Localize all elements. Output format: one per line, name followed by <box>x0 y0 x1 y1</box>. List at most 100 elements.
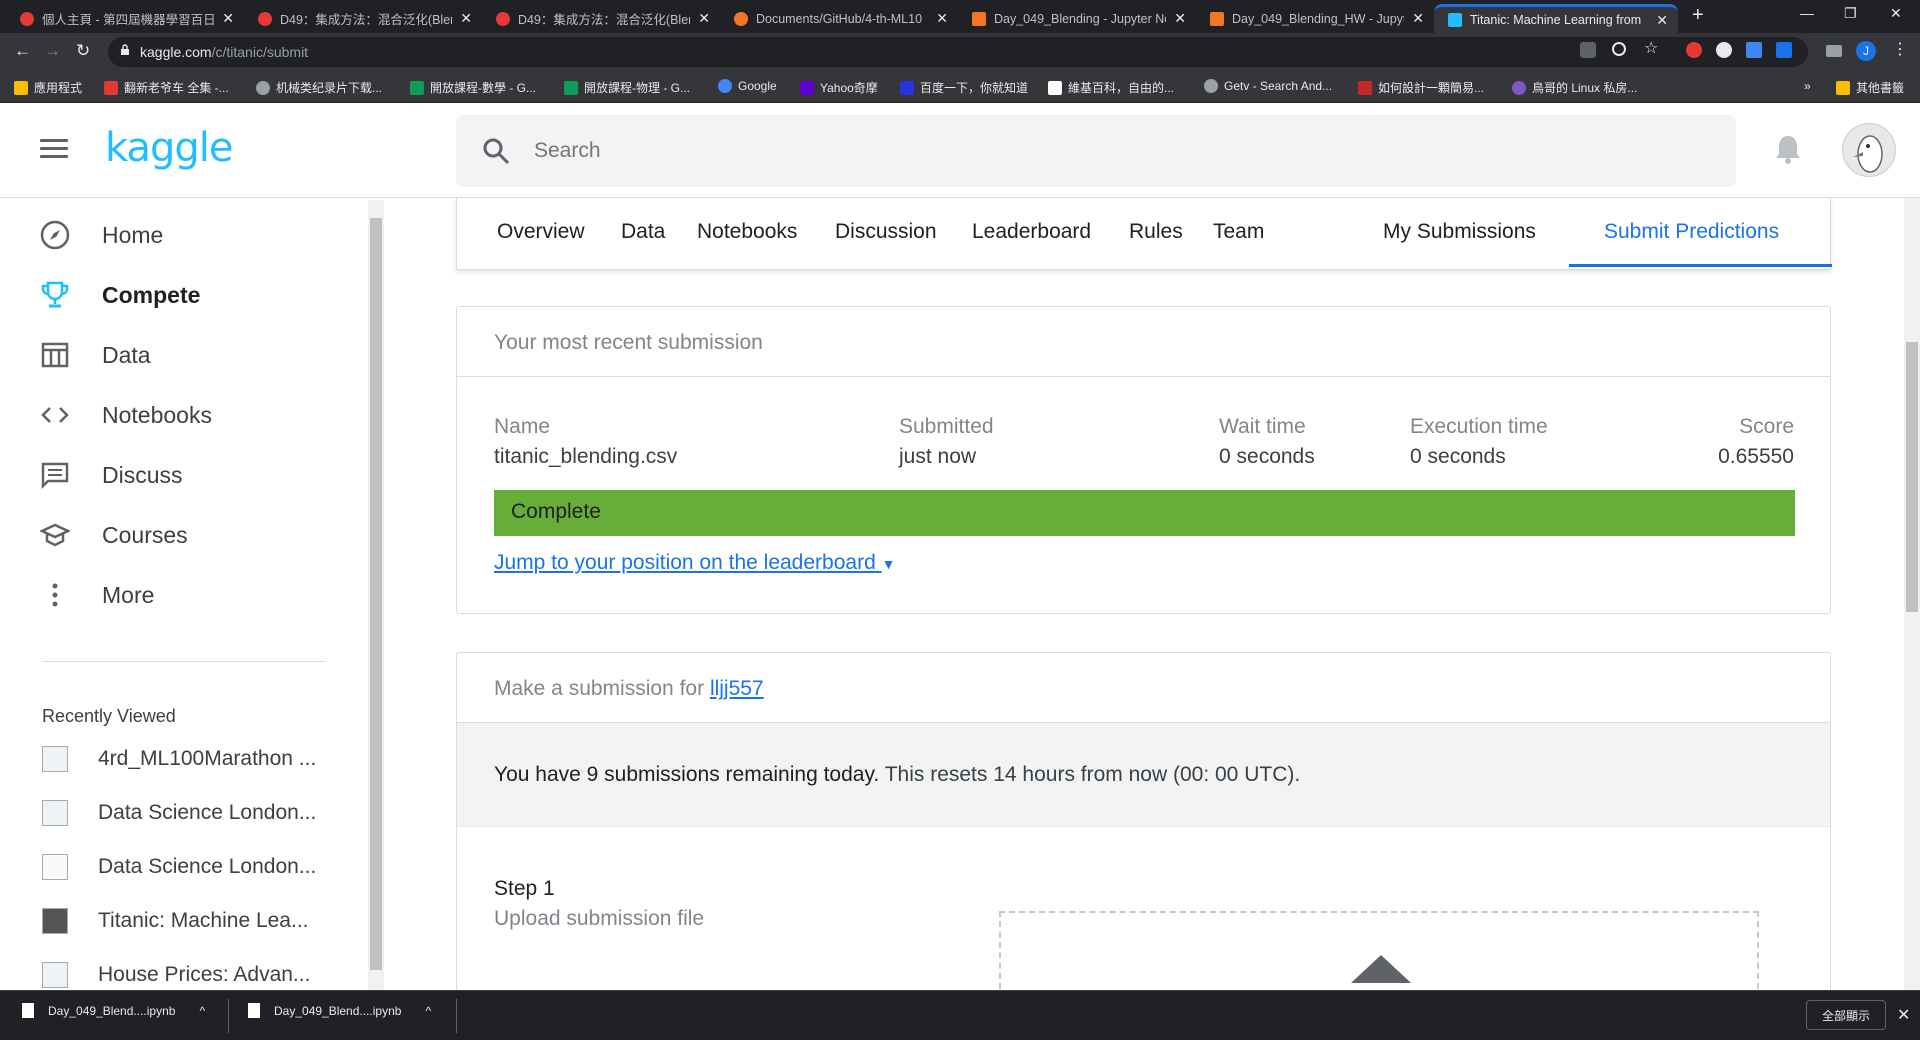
scrollbar-thumb[interactable] <box>1906 342 1918 612</box>
column-label: Wait time <box>1219 415 1306 438</box>
bookmark-item[interactable]: 開放課程-物理 - G... <box>564 79 690 96</box>
user-avatar[interactable] <box>1842 123 1896 177</box>
bookmark-item[interactable]: 鳥哥的 Linux 私房... <box>1512 79 1637 96</box>
other-bookmarks[interactable]: 其他書籤 <box>1836 79 1904 96</box>
bookmark-item[interactable]: 百度一下，你就知道 <box>900 79 1028 96</box>
browser-tab[interactable]: 個人主頁 - 第四屆機器學習百日馬 ✕ <box>6 4 244 33</box>
jump-to-leaderboard-link[interactable]: Jump to your position on the leaderboard… <box>494 551 895 575</box>
file-icon <box>248 1003 260 1018</box>
profile-avatar-icon[interactable]: J <box>1856 41 1876 61</box>
sidebar-scrollbar[interactable] <box>368 200 384 990</box>
thumbnail-image-icon <box>42 908 68 934</box>
close-tab-icon[interactable]: ✕ <box>222 10 234 27</box>
minimize-icon[interactable]: — <box>1800 5 1814 21</box>
close-tab-icon[interactable]: ✕ <box>460 10 472 27</box>
close-tab-icon[interactable]: ✕ <box>698 10 710 27</box>
browser-tab[interactable]: Day_049_Blending - Jupyter Nc ✕ <box>958 4 1196 33</box>
competition-tabs: Overview Data Notebooks Discussion Leade… <box>456 198 1832 270</box>
scrollbar-thumb[interactable] <box>370 218 382 970</box>
page-scrollbar[interactable] <box>1904 198 1920 990</box>
bookmark-label: 開放課程-物理 - G... <box>584 81 690 95</box>
sidebar-item-more[interactable]: More <box>38 578 154 612</box>
close-downloads-icon[interactable]: ✕ <box>1897 1005 1910 1025</box>
bookmarks-overflow-button[interactable]: » <box>1804 79 1811 93</box>
search-box[interactable] <box>456 115 1736 187</box>
chevron-up-icon[interactable]: ^ <box>425 1004 431 1018</box>
tab-leaderboard[interactable]: Leaderboard <box>972 220 1091 244</box>
browser-tab[interactable]: Day_049_Blending_HW - Jupyte ✕ <box>1196 4 1434 33</box>
tab-discussion[interactable]: Discussion <box>835 220 937 244</box>
close-tab-icon[interactable]: ✕ <box>1174 10 1186 27</box>
forward-icon[interactable]: → <box>44 41 61 61</box>
browser-tab[interactable]: D49：集成方法：混合泛化(Blend ✕ <box>482 4 720 33</box>
close-tab-icon[interactable]: ✕ <box>1656 12 1668 29</box>
close-tab-icon[interactable]: ✕ <box>1412 10 1424 27</box>
show-all-downloads-button[interactable]: 全部顯示 <box>1806 1000 1886 1030</box>
url-field[interactable]: kaggle.com/c/titanic/submit <box>108 37 1808 67</box>
bookmark-item[interactable]: 開放課程-數學 - G... <box>410 79 536 96</box>
browser-tab[interactable]: Documents/GitHub/4-th-ML10 ✕ <box>720 4 958 33</box>
tab-overview[interactable]: Overview <box>497 220 585 244</box>
browser-tab-active[interactable]: Titanic: Machine Learning from ✕ <box>1434 4 1678 33</box>
extension-icon[interactable] <box>1746 42 1762 58</box>
recently-viewed-item[interactable]: House Prices: Advan... <box>42 962 310 988</box>
restore-icon[interactable]: ❐ <box>1844 5 1857 22</box>
bookmark-item[interactable]: 如何設計一顆簡易... <box>1358 79 1484 96</box>
chevron-up-icon[interactable]: ^ <box>199 1004 205 1018</box>
bookmark-item[interactable]: 机械类纪录片下载... <box>256 79 382 96</box>
download-item[interactable]: Day_049_Blend....ipynb ^ <box>22 1003 205 1018</box>
kaggle-logo[interactable]: kaggle <box>105 125 233 171</box>
sidebar-item-compete[interactable]: Compete <box>38 278 200 312</box>
browser-tab-title: D49：集成方法：混合泛化(Blend <box>518 13 691 27</box>
favicon-icon <box>1210 11 1224 26</box>
tab-data[interactable]: Data <box>621 220 665 244</box>
new-tab-button[interactable]: + <box>1692 4 1704 27</box>
extension-icon[interactable] <box>1776 42 1792 58</box>
sidebar-item-courses[interactable]: Courses <box>38 518 188 552</box>
tab-team[interactable]: Team <box>1213 220 1264 244</box>
zoom-icon[interactable] <box>1612 42 1626 56</box>
tab-submit-predictions[interactable]: Submit Predictions <box>1604 220 1779 244</box>
bookmark-item[interactable]: 翻新老爷车 全集 -... <box>104 79 229 96</box>
reload-icon[interactable]: ↻ <box>76 41 90 61</box>
baidu-icon <box>900 80 914 95</box>
download-item[interactable]: Day_049_Blend....ipynb ^ <box>248 1003 431 1018</box>
url-path: /c/titanic/submit <box>211 44 309 60</box>
bookmark-favicon-icon <box>104 80 118 95</box>
search-input[interactable] <box>534 133 1684 169</box>
tab-rules[interactable]: Rules <box>1129 220 1183 244</box>
bookmark-item[interactable]: Google <box>718 79 777 93</box>
menu-icon[interactable] <box>40 139 68 159</box>
bookmark-item[interactable]: 應用程式 <box>14 79 82 96</box>
recently-viewed-item[interactable]: 4rd_ML100Marathon ... <box>42 746 316 772</box>
sidebar-item-home[interactable]: Home <box>38 218 163 252</box>
recently-viewed-item[interactable]: Data Science London... <box>42 854 316 880</box>
close-tab-icon[interactable]: ✕ <box>936 10 948 27</box>
column-label: Execution time <box>1410 415 1548 438</box>
back-icon[interactable]: ← <box>14 41 31 61</box>
bookmark-item[interactable]: Getv - Search And... <box>1204 79 1332 93</box>
bookmark-favicon-icon <box>564 80 578 95</box>
step-title: Step 1 <box>494 877 555 900</box>
tab-notebooks[interactable]: Notebooks <box>697 220 797 244</box>
browser-menu-icon[interactable]: ⋮ <box>1892 39 1910 58</box>
recently-viewed-item[interactable]: Data Science London... <box>42 800 316 826</box>
team-name-link[interactable]: lljj557 <box>710 677 764 700</box>
sidebar-item-notebooks[interactable]: Notebooks <box>38 398 212 432</box>
recently-viewed-item[interactable]: Titanic: Machine Lea... <box>42 908 309 934</box>
wait-time-value: 0 seconds <box>1219 445 1315 468</box>
extension-icon[interactable] <box>1686 42 1702 58</box>
window-close-icon[interactable]: ✕ <box>1890 5 1902 22</box>
tab-my-submissions[interactable]: My Submissions <box>1383 220 1536 244</box>
caret-down-icon: ▼ <box>881 556 896 572</box>
sidebar-item-data[interactable]: Data <box>38 338 151 372</box>
bookmark-item[interactable]: 維基百科，自由的... <box>1048 79 1174 96</box>
bookmark-item[interactable]: Yahoo奇摩 <box>800 79 878 96</box>
extension-icon[interactable] <box>1716 42 1732 58</box>
browser-tab[interactable]: D49：集成方法：混合泛化(Blend ✕ <box>244 4 482 33</box>
bookmark-star-icon[interactable]: ☆ <box>1644 38 1662 57</box>
media-icon[interactable] <box>1826 45 1842 57</box>
sidebar-item-discuss[interactable]: Discuss <box>38 458 183 492</box>
notifications-bell-icon[interactable] <box>1774 133 1802 165</box>
translate-icon[interactable] <box>1580 42 1596 58</box>
